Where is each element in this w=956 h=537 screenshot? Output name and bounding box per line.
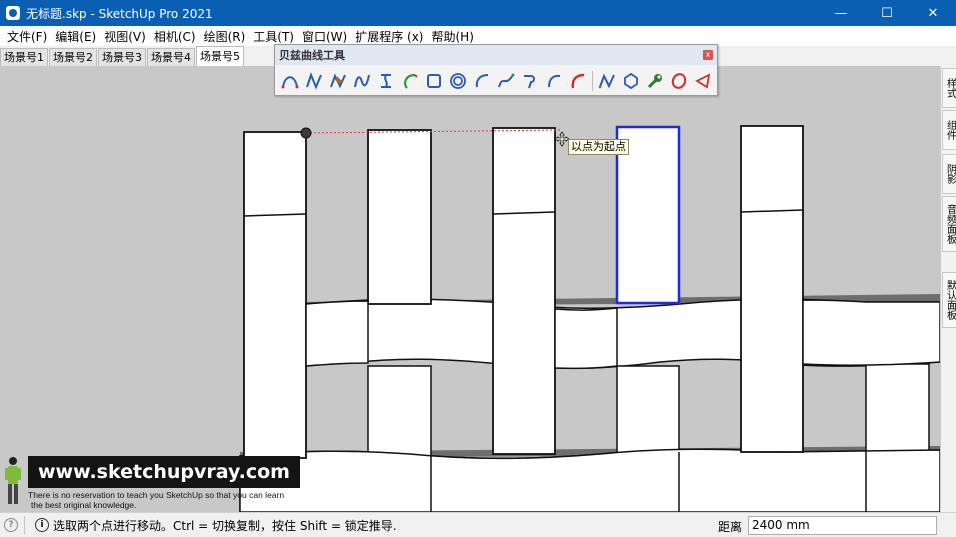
red-arc-icon[interactable]: [566, 69, 590, 93]
maximize-button[interactable]: ☐: [864, 0, 910, 26]
tray-tab-default[interactable]: 默认面板: [942, 272, 956, 328]
spiral-icon[interactable]: [446, 69, 470, 93]
tray-tab-audio[interactable]: 音频面板: [942, 196, 956, 252]
arc-open-icon[interactable]: [470, 69, 494, 93]
bspline-icon[interactable]: [374, 69, 398, 93]
freehand-curve-icon[interactable]: [350, 69, 374, 93]
menu-camera[interactable]: 相机(C): [150, 28, 200, 45]
menu-bar: 文件(F) 编辑(E) 视图(V) 相机(C) 绘图(R) 工具(T) 窗口(W…: [0, 26, 956, 46]
move-start-point: [300, 127, 312, 139]
scene-tab-4[interactable]: 场景号4: [147, 48, 195, 66]
sketchup-app-icon: [6, 6, 20, 20]
woven-model-drawing: [239, 125, 940, 512]
weave-band-lower-front: [239, 448, 940, 512]
scene-tabs: 场景号1 场景号2 场景号3 场景号4 场景号5: [0, 46, 245, 66]
menu-extensions[interactable]: 扩展程序 (x): [351, 28, 427, 45]
default-tray: 样式 组件 阴影 音频面板 默认面板: [940, 66, 956, 512]
menu-tools[interactable]: 工具(T): [249, 28, 298, 45]
bezier-toolbar-title[interactable]: 贝兹曲线工具: [275, 45, 717, 65]
scene-tab-5[interactable]: 场景号5: [196, 46, 244, 66]
measurements-box[interactable]: 2400 mm: [748, 516, 937, 535]
window-title: 无标题.skp - SketchUp Pro 2021: [26, 6, 213, 21]
watermark-banner: www.sketchupvray.com: [28, 456, 300, 488]
post-2: [367, 129, 432, 305]
scene-tab-1[interactable]: 场景号1: [0, 48, 48, 66]
scene-tab-3[interactable]: 场景号3: [98, 48, 146, 66]
watermark-figure-icon: [5, 457, 21, 504]
polyline-curve-icon[interactable]: [302, 69, 326, 93]
close-button[interactable]: ✕: [910, 0, 956, 26]
triangle-icon[interactable]: [691, 69, 715, 93]
cubic-bezier-icon[interactable]: [494, 69, 518, 93]
geolocation-icon[interactable]: ?: [4, 518, 18, 532]
status-bar: ? i 选取两个点进行移动。Ctrl = 切换复制，按住 Shift = 锁定推…: [0, 512, 956, 537]
ellipse-icon[interactable]: [667, 69, 691, 93]
post-1: [243, 131, 307, 459]
model-viewport[interactable]: [0, 66, 940, 512]
tray-tab-shadows[interactable]: 阴影: [942, 154, 956, 194]
menu-edit[interactable]: 编辑(E): [51, 28, 100, 45]
arc-curve-icon[interactable]: [398, 69, 422, 93]
scene-tab-2[interactable]: 场景号2: [49, 48, 97, 66]
quarter-arc-icon[interactable]: [542, 69, 566, 93]
title-bar: 无标题.skp - SketchUp Pro 2021 — ☐ ✕: [0, 0, 956, 26]
menu-draw[interactable]: 绘图(R): [200, 28, 250, 45]
post-5: [740, 125, 804, 453]
bezier-toolbar-close-button[interactable]: x: [703, 50, 713, 60]
window-controls: — ☐ ✕: [818, 0, 956, 26]
smooth-curve-icon[interactable]: [595, 69, 619, 93]
status-separator: [24, 516, 25, 534]
spline-edit-icon[interactable]: [326, 69, 350, 93]
menu-view[interactable]: 视图(V): [100, 28, 150, 45]
instructor-info-icon[interactable]: i: [35, 518, 49, 532]
tray-tab-components[interactable]: 组件: [942, 110, 956, 150]
wrench-icon[interactable]: [643, 69, 667, 93]
weave-band-upper-front-b: [554, 307, 618, 370]
watermark-line-1: There is no reservation to teach you Ske…: [28, 490, 285, 500]
inference-tooltip: 以点为起点: [568, 139, 629, 155]
hook-curve-icon[interactable]: [518, 69, 542, 93]
bezier-arch-icon[interactable]: [278, 69, 302, 93]
minimize-button[interactable]: —: [818, 0, 864, 26]
toolbar-separator: [592, 71, 593, 91]
tray-tab-styles[interactable]: 样式: [942, 68, 956, 108]
distance-label: 距离: [718, 520, 743, 534]
polygon-icon[interactable]: [619, 69, 643, 93]
bezier-tool-buttons: [278, 69, 715, 93]
bezier-toolbar: 贝兹曲线工具 x: [274, 44, 718, 96]
menu-file[interactable]: 文件(F): [3, 28, 51, 45]
square-icon[interactable]: [422, 69, 446, 93]
status-message: 选取两个点进行移动。Ctrl = 切换复制，按住 Shift = 锁定推导.: [53, 518, 397, 533]
weave-band-upper-front-a: [305, 300, 369, 367]
menu-window[interactable]: 窗口(W): [298, 28, 351, 45]
weave-band-upper-front-c: [802, 299, 940, 367]
watermark-line-2: the best original knowledge.: [31, 500, 137, 510]
post-3: [492, 127, 556, 455]
menu-help[interactable]: 帮助(H): [427, 28, 477, 45]
